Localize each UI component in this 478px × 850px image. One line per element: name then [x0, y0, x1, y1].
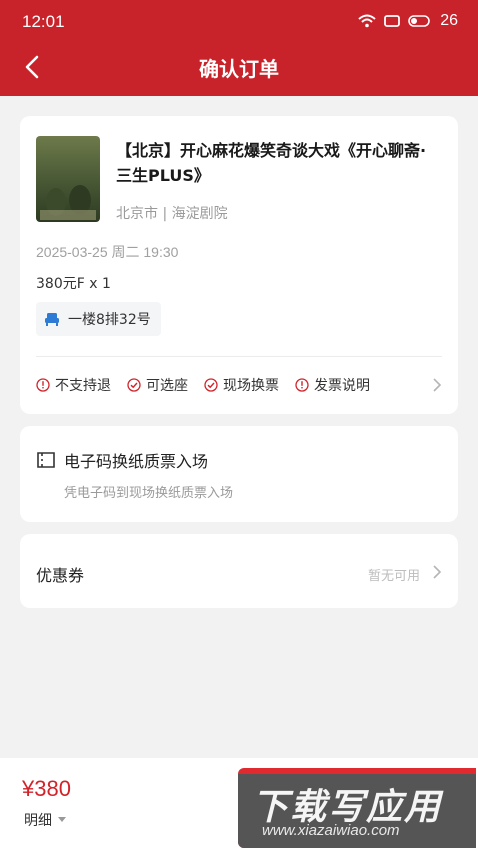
- coupon-label: 优惠券: [36, 566, 85, 585]
- price-detail-toggle[interactable]: 明细: [24, 810, 67, 830]
- check-circle-icon: [204, 378, 218, 392]
- ticket-type: 电子码换纸质票入场: [36, 448, 208, 472]
- watermark: 下载写应用 www.xiazaiwiao.com: [238, 774, 476, 848]
- policy-invoice: 发票说明: [295, 375, 370, 395]
- show-card: 【北京】开心麻花爆笑奇谈大戏《开心聊斋·三生PLUS》 北京市 | 海淀剧院 2…: [20, 116, 458, 414]
- status-icons: 26: [358, 12, 458, 30]
- policy-no-refund: 不支持退: [36, 375, 111, 395]
- policy-row[interactable]: 不支持退 可选座 现场换票 发票说明: [36, 375, 442, 395]
- show-datetime: 2025-03-25 周二 19:30: [36, 244, 179, 260]
- policy-onsite-exchange: 现场换票: [204, 375, 279, 395]
- policy-label: 可选座: [146, 378, 188, 394]
- caret-down-icon: [58, 817, 66, 822]
- alert-circle-icon: [36, 378, 50, 392]
- policy-seat-select: 可选座: [127, 375, 188, 395]
- chevron-right-icon: [433, 565, 442, 579]
- ticket-icon: [37, 452, 55, 468]
- ticket-type-card: 电子码换纸质票入场 凭电子码到现场换纸质票入场: [20, 426, 458, 522]
- show-venue: 北京市 | 海淀剧院: [116, 206, 228, 222]
- seat-tag: 一楼8排32号: [36, 302, 161, 336]
- wifi-icon: [358, 14, 376, 28]
- check-circle-icon: [127, 378, 141, 392]
- chevron-right-icon: [433, 378, 442, 392]
- coupon-row[interactable]: 优惠券 暂无可用: [20, 534, 458, 608]
- submit-order-button[interactable]: 下载写应用 www.xiazaiwiao.com: [238, 768, 476, 848]
- total-price: ¥380: [22, 776, 71, 801]
- page-title: 确认订单: [199, 57, 279, 81]
- ticket-type-desc: 凭电子码到现场换纸质票入场: [64, 486, 234, 501]
- coupon-value: 暂无可用: [367, 569, 420, 584]
- watermark-url: www.xiazaiwiao.com: [262, 822, 400, 839]
- alert-circle-icon: [295, 378, 309, 392]
- detail-label: 明细: [24, 813, 52, 829]
- ticket-type-label: 电子码换纸质票入场: [64, 452, 209, 471]
- status-time: 12:01: [22, 12, 65, 31]
- policy-label: 不支持退: [55, 378, 111, 394]
- ticket-price-quantity: 380元F x 1: [36, 276, 111, 292]
- show-poster: [36, 136, 100, 222]
- bottom-bar: ¥380 明细 下载写应用 www.xiazaiwiao.com: [0, 758, 478, 850]
- divider: [36, 356, 442, 357]
- policy-label: 发票说明: [314, 378, 370, 394]
- battery-level: 26: [440, 12, 458, 29]
- screen-icon: [384, 15, 401, 27]
- policy-label: 现场换票: [223, 378, 279, 394]
- top-header: 12:01 26 确认订单: [0, 0, 478, 96]
- seat-icon: [45, 313, 59, 326]
- status-bar: 12:01 26: [0, 0, 478, 42]
- seat-label: 一楼8排32号: [68, 312, 151, 328]
- show-title: 【北京】开心麻花爆笑奇谈大戏《开心聊斋·三生PLUS》: [116, 141, 427, 185]
- battery-icon: [408, 15, 431, 27]
